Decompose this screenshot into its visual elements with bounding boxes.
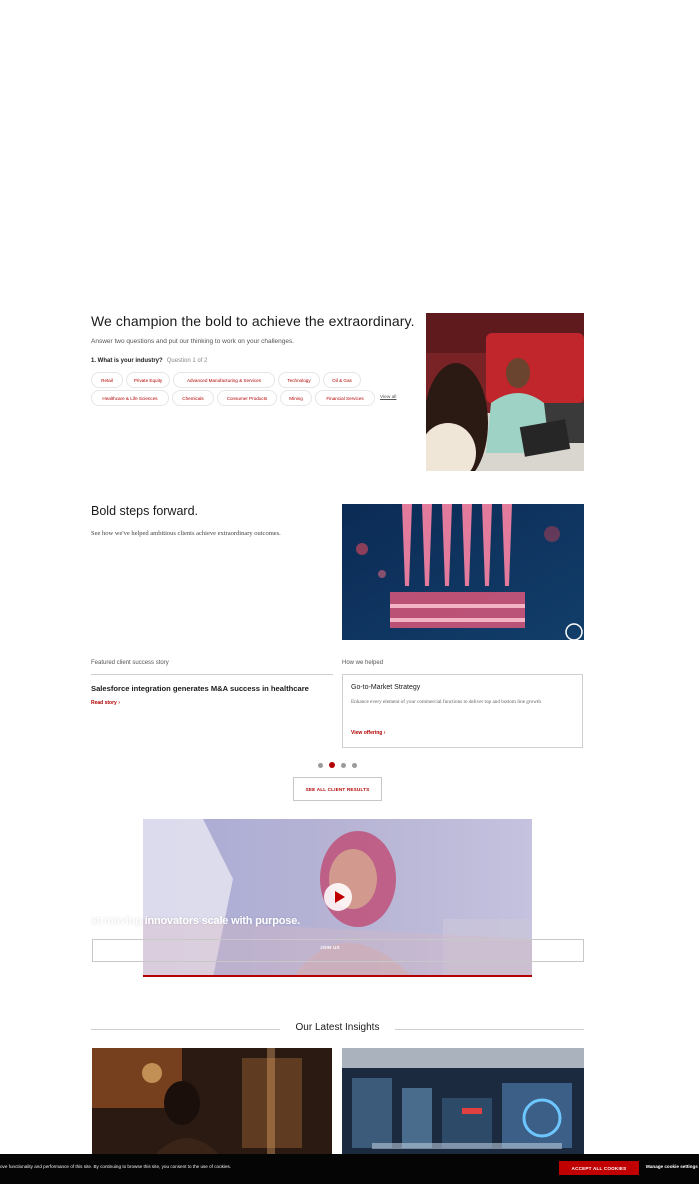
video-headline: st-moving innovators scale with purpose.: [91, 915, 300, 927]
play-button[interactable]: [324, 883, 352, 911]
lab-pipettes-image: [342, 504, 584, 640]
join-us-button-frame[interactable]: [92, 939, 584, 962]
insights-title: Our Latest Insights: [295, 1022, 380, 1033]
chip-advanced-manufacturing[interactable]: Advanced Manufacturing & Services: [173, 372, 275, 388]
featured-divider: [91, 674, 333, 675]
chip-financial-services[interactable]: Financial Services: [315, 390, 375, 406]
insights-rule-left: [91, 1029, 280, 1030]
cookie-banner: ove functionality and performance of thi…: [0, 1154, 699, 1184]
offering-card[interactable]: Go-to-Market Strategy Enhance every elem…: [342, 674, 583, 748]
consultant-photo: [426, 313, 584, 471]
chip-private-equity[interactable]: Private Equity: [126, 372, 170, 388]
offering-title: Go-to-Market Strategy: [351, 684, 421, 691]
industry-question: 1. What is your industry? Question 1 of 2: [91, 358, 207, 364]
chip-technology[interactable]: Technology: [278, 372, 320, 388]
bold-steps-title: Bold steps forward.: [91, 504, 198, 518]
question-text: 1. What is your industry?: [91, 358, 163, 364]
featured-story-label: Featured client success story: [91, 660, 169, 666]
carousel-dot-2[interactable]: [329, 762, 335, 768]
view-all-link[interactable]: View all: [380, 390, 396, 404]
story-title[interactable]: Salesforce integration generates M&A suc…: [91, 684, 309, 693]
question-counter: Question 1 of 2: [166, 358, 208, 364]
offering-description: Enhance every element of your commercial…: [351, 699, 542, 705]
see-all-client-results-button[interactable]: SEE ALL CLIENT RESULTS: [293, 777, 382, 801]
play-icon: [335, 891, 345, 903]
manage-cookie-settings-link[interactable]: Manage cookie settings: [646, 1164, 698, 1169]
cookie-message: ove functionality and performance of thi…: [0, 1164, 232, 1169]
chip-consumer-products[interactable]: Consumer Products: [217, 390, 277, 406]
how-we-helped-label: How we helped: [342, 660, 384, 666]
insight-card-image-factory[interactable]: [342, 1048, 584, 1158]
champion-title: We champion the bold to achieve the extr…: [91, 313, 415, 329]
insights-rule-right: [395, 1029, 584, 1030]
chip-oil-gas[interactable]: Oil & Gas: [323, 372, 361, 388]
chip-retail[interactable]: Retail: [91, 372, 123, 388]
chip-healthcare[interactable]: Healthcare & Life Sciences: [91, 390, 169, 406]
view-offering-link[interactable]: View offering ›: [351, 730, 385, 736]
chip-mining[interactable]: Mining: [280, 390, 312, 406]
carousel-dot-3[interactable]: [341, 763, 346, 768]
accept-all-cookies-button[interactable]: ACCEPT ALL COOKIES: [559, 1161, 639, 1175]
insight-card-image-people[interactable]: [92, 1048, 332, 1158]
join-us-button[interactable]: JOIN US: [320, 945, 340, 950]
chip-chemicals[interactable]: Chemicals: [172, 390, 214, 406]
bold-steps-subtitle: See how we've helped ambitious clients a…: [91, 530, 281, 537]
carousel-dot-1[interactable]: [318, 763, 323, 768]
champion-subtitle: Answer two questions and put our thinkin…: [91, 338, 295, 345]
read-story-link[interactable]: Read story ›: [91, 700, 120, 706]
carousel-dot-4[interactable]: [352, 763, 357, 768]
